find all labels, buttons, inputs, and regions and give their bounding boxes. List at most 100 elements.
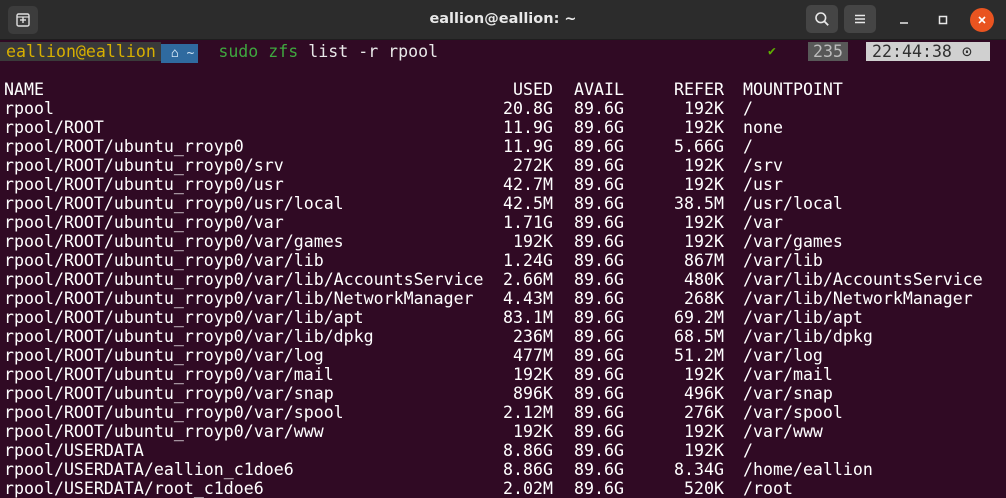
cell-name: rpool/ROOT/ubuntu_rroyp0/var/snap — [4, 384, 334, 403]
table-row: rpool/ROOT/ubuntu_rroyp0/var/mail 192K 89.… — [4, 365, 983, 384]
cell-used: 83.1M — [503, 308, 553, 327]
table-row: rpool/ROOT/ubuntu_rroyp0 11.9G 89.6G 5.66G / — [4, 137, 983, 156]
cell-mountpoint: /var/www — [743, 422, 823, 441]
header-mountpoint: MOUNTPOINT — [743, 80, 843, 99]
cell-refer: 192K — [684, 232, 724, 251]
cell-used: 42.7M — [503, 175, 553, 194]
cell-name: rpool/ROOT/ubuntu_rroyp0/srv — [4, 156, 284, 175]
prompt-dir-label: ~ — [186, 46, 195, 61]
terminal-output[interactable]: eallion@eallion ⌂ ~ sudo zfs list -r rpoo… — [0, 42, 983, 498]
cell-refer: 867M — [684, 251, 724, 270]
cell-mountpoint: /var/spool — [743, 403, 843, 422]
cell-avail: 89.6G — [574, 384, 624, 403]
cell-avail: 89.6G — [574, 137, 624, 156]
cell-refer: 68.5M — [674, 327, 724, 346]
cell-refer: 192K — [684, 213, 724, 232]
cell-refer: 8.34G — [674, 460, 724, 479]
cell-refer: 192K — [684, 365, 724, 384]
cell-mountpoint: /var/lib/AccountsService — [743, 270, 983, 289]
table-row: rpool/ROOT/ubuntu_rroyp0/var/log 477M 89.6… — [4, 346, 983, 365]
cell-name: rpool/ROOT/ubuntu_rroyp0/var/www — [4, 422, 324, 441]
cell-avail: 89.6G — [574, 156, 624, 175]
table-row: rpool/ROOT/ubuntu_rroyp0/usr 42.7M 89.6G 19… — [4, 175, 983, 194]
new-tab-button[interactable] — [8, 6, 38, 34]
table-row: rpool/ROOT/ubuntu_rroyp0/var/lib/dpkg 236… — [4, 327, 983, 346]
title-bar[interactable]: eallion@eallion: ~ — [0, 0, 1006, 40]
cell-name: rpool/ROOT/ubuntu_rroyp0/var/log — [4, 346, 324, 365]
cell-refer: 496K — [684, 384, 724, 403]
cell-mountpoint: / — [743, 99, 753, 118]
command-args: list -r rpool — [298, 42, 439, 61]
cell-used: 2.66M — [503, 270, 553, 289]
table-row: rpool/USERDATA 8.86G 89.6G 192K / — [4, 441, 983, 460]
cell-used: 192K — [513, 232, 553, 251]
table-row: rpool 20.8G 89.6G 192K / — [4, 99, 983, 118]
cell-mountpoint: / — [743, 441, 753, 460]
cell-avail: 89.6G — [574, 251, 624, 270]
cell-used: 2.02M — [503, 479, 553, 498]
cell-name: rpool/ROOT/ubuntu_rroyp0/var/lib — [4, 251, 324, 270]
cell-avail: 89.6G — [574, 194, 624, 213]
maximize-button[interactable] — [930, 7, 956, 33]
cell-used: 2.12M — [503, 403, 553, 422]
cell-mountpoint: /var/snap — [743, 384, 833, 403]
search-button[interactable] — [806, 5, 838, 33]
cell-name: rpool/USERDATA/root_c1doe6 — [4, 479, 264, 498]
cell-avail: 89.6G — [574, 365, 624, 384]
cell-avail: 89.6G — [574, 175, 624, 194]
status-divider — [858, 42, 866, 61]
table-row: rpool/ROOT/ubuntu_rroyp0/usr/local 42.5M 8… — [4, 194, 983, 213]
header-avail: AVAIL — [574, 80, 624, 99]
menu-button[interactable] — [844, 5, 876, 33]
cell-used: 1.24G — [503, 251, 553, 270]
header-refer: REFER — [674, 80, 724, 99]
table-row: rpool/ROOT/ubuntu_rroyp0/var/spool 2.12M 8… — [4, 403, 983, 422]
cell-name: rpool/ROOT/ubuntu_rroyp0/var/lib/dpkg — [4, 327, 374, 346]
close-icon — [978, 16, 986, 24]
cell-used: 20.8G — [503, 99, 553, 118]
cell-mountpoint: /var/lib/NetworkManager — [743, 289, 973, 308]
close-button[interactable] — [970, 8, 994, 32]
prompt-directory: ⌂ ~ — [160, 44, 199, 63]
cell-used: 11.9G — [503, 118, 553, 137]
cell-mountpoint: / — [743, 137, 753, 156]
cell-avail: 89.6G — [574, 213, 624, 232]
cell-name: rpool/ROOT/ubuntu_rroyp0/var/spool — [4, 403, 344, 422]
table-row: rpool/ROOT/ubuntu_rroyp0/var 1.71G 89.6G 19… — [4, 213, 983, 232]
cell-name: rpool/ROOT/ubuntu_rroyp0/usr — [4, 175, 284, 194]
prompt-time: 22:44:38 ⊙ — [866, 42, 990, 61]
table-body: rpool 20.8G 89.6G 192K / rpool/ROOT 11.9G 89.6G… — [4, 99, 983, 498]
table-row: rpool/USERDATA/root_c1doe6 2.02M 89.6G 520K… — [4, 479, 983, 498]
cell-used: 896K — [513, 384, 553, 403]
cell-name: rpool/ROOT/ubuntu_rroyp0/var/games — [4, 232, 344, 251]
cell-name: rpool/ROOT/ubuntu_rroyp0/var/lib/Network… — [4, 289, 474, 308]
home-icon: ⌂ — [170, 46, 187, 61]
cell-mountpoint: /var/log — [743, 346, 823, 365]
cell-avail: 89.6G — [574, 460, 624, 479]
cell-name: rpool/USERDATA/eallion_c1doe6 — [4, 460, 294, 479]
cell-avail: 89.6G — [574, 118, 624, 137]
cell-refer: 192K — [684, 118, 724, 137]
cell-used: 477M — [513, 346, 553, 365]
cell-name: rpool/ROOT/ubuntu_rroyp0/var/lib/Account… — [4, 270, 484, 289]
minimize-button[interactable] — [891, 7, 917, 33]
cell-name: rpool/ROOT/ubuntu_rroyp0 — [4, 137, 244, 156]
cell-avail: 89.6G — [574, 327, 624, 346]
table-row: rpool/ROOT/ubuntu_rroyp0/var/games 192K 89… — [4, 232, 983, 251]
cell-refer: 268K — [684, 289, 724, 308]
cell-refer: 276K — [684, 403, 724, 422]
cell-mountpoint: /var/lib/apt — [743, 308, 863, 327]
cell-avail: 89.6G — [574, 441, 624, 460]
table-row: rpool/ROOT 11.9G 89.6G 192K none — [4, 118, 983, 137]
cell-mountpoint: /var — [743, 213, 783, 232]
prompt-user: eallion@eallion — [0, 42, 161, 61]
cell-used: 1.71G — [503, 213, 553, 232]
cell-avail: 89.6G — [574, 479, 624, 498]
cell-avail: 89.6G — [574, 289, 624, 308]
cell-refer: 192K — [684, 156, 724, 175]
cell-mountpoint: /home/eallion — [743, 460, 873, 479]
table-row: rpool/ROOT/ubuntu_rroyp0/var/lib/Account… — [4, 270, 983, 289]
cell-name: rpool/ROOT — [4, 118, 104, 137]
cell-used: 11.9G — [503, 137, 553, 156]
cell-refer: 192K — [684, 175, 724, 194]
